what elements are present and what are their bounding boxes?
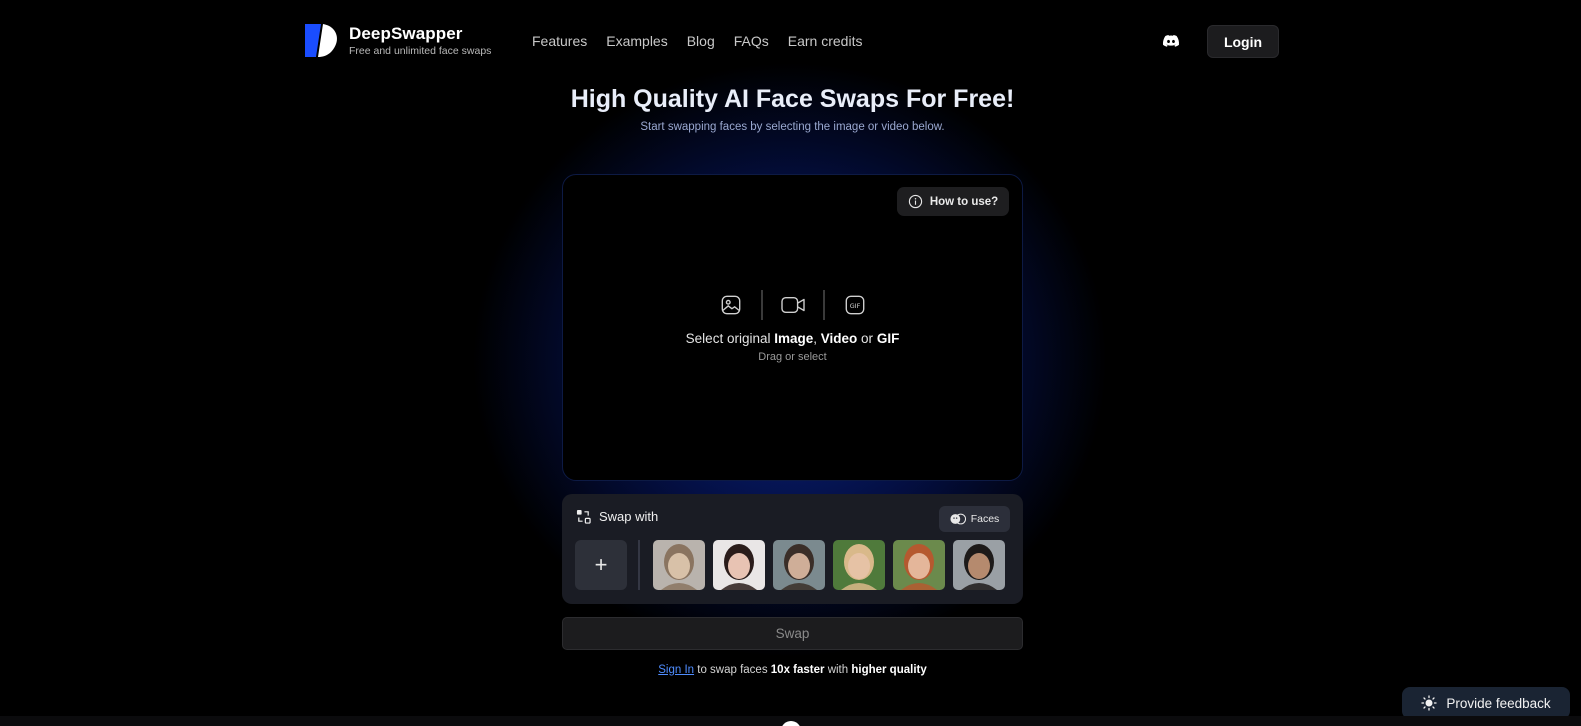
faces-label: Faces [970, 513, 1000, 525]
how-to-use-button[interactable]: How to use? [897, 187, 1009, 216]
page-subtitle: Start swapping faces by selecting the im… [640, 121, 945, 133]
drag-or-select-hint: Drag or select [758, 351, 827, 363]
gif-icon: GIF [835, 289, 875, 321]
media-type-icons: GIF [563, 289, 1022, 321]
brand-name: DeepSwapper [349, 24, 463, 43]
provide-feedback-button[interactable]: Provide feedback [1402, 687, 1570, 719]
swap-with-heading: Swap with [576, 509, 658, 524]
info-icon [908, 194, 922, 209]
swap-with-label: Swap with [599, 509, 659, 524]
select-image-label: Image [774, 331, 814, 346]
swap-with-panel: Swap with Faces + [562, 494, 1023, 604]
nav-features[interactable]: Features [532, 32, 587, 50]
select-comma: , [813, 331, 821, 346]
title-highlight: AI Face Swaps [723, 85, 900, 113]
title-suffix: For Free! [899, 85, 1015, 113]
select-or: or [857, 331, 877, 346]
title-prefix: High Quality [570, 85, 724, 113]
faces-button[interactable]: Faces [939, 506, 1010, 532]
video-icon [773, 289, 813, 321]
login-button[interactable]: Login [1207, 25, 1279, 58]
logo[interactable]: DeepSwapper Free and unlimited face swap… [305, 24, 491, 58]
swap-button[interactable]: Swap [562, 617, 1023, 650]
nav-earn-credits[interactable]: Earn credits [788, 32, 863, 50]
promo-bold-2: higher quality [851, 664, 927, 676]
nav-examples[interactable]: Examples [606, 32, 667, 50]
promo-text-1: to swap faces [694, 664, 771, 676]
face-option[interactable] [653, 540, 705, 590]
how-to-use-label: How to use? [929, 195, 999, 208]
image-icon [711, 289, 751, 321]
sign-in-link[interactable]: Sign In [658, 664, 694, 676]
divider [760, 290, 763, 320]
face-option[interactable] [953, 540, 1005, 590]
select-gif-label: GIF [876, 331, 900, 346]
brand-tagline: Free and unlimited face swaps [349, 45, 492, 57]
nav-faqs[interactable]: FAQs [734, 32, 769, 50]
promo-text-2: with [824, 664, 852, 676]
swap-icon [576, 509, 591, 524]
divider [638, 540, 640, 590]
discord-icon[interactable] [1162, 32, 1180, 50]
select-prefix: Select original [685, 331, 775, 346]
page-title: High Quality AI Face Swaps For Free! [0, 83, 1581, 115]
top-navigation: DeepSwapper Free and unlimited face swap… [0, 0, 1581, 82]
face-option[interactable] [713, 540, 765, 590]
feedback-label: Provide feedback [1446, 695, 1551, 711]
sign-in-promo: Sign In to swap faces 10x faster with hi… [0, 664, 1581, 676]
main-nav: Features Examples Blog FAQs Earn credits [532, 32, 881, 50]
deepswapper-logo-icon [305, 24, 337, 57]
face-option[interactable] [893, 540, 945, 590]
faces-icon [950, 513, 966, 525]
select-media-prompt: Select original Image, Video or GIF [563, 331, 1022, 346]
select-video-label: Video [820, 331, 858, 346]
face-options [653, 540, 1005, 590]
lightbulb-icon [1421, 695, 1437, 711]
media-upload-dropzone[interactable]: How to use? GIF Select original Image, V… [562, 174, 1023, 481]
face-option[interactable] [773, 540, 825, 590]
add-face-button[interactable]: + [575, 540, 627, 590]
divider [822, 290, 825, 320]
face-option[interactable] [833, 540, 885, 590]
nav-blog[interactable]: Blog [687, 32, 715, 50]
promo-bold-1: 10x faster [770, 664, 825, 676]
svg-text:GIF: GIF [849, 302, 860, 310]
